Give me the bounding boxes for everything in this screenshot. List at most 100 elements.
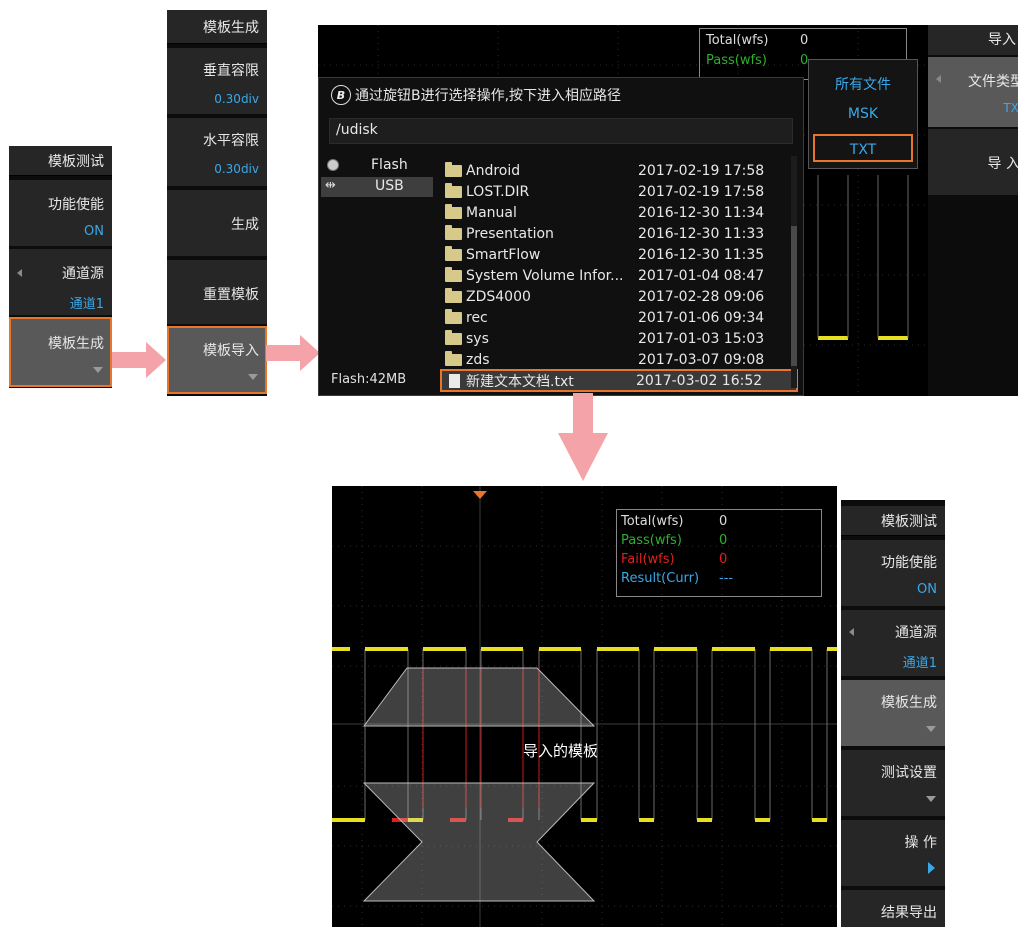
folder-icon bbox=[445, 182, 462, 198]
chevron-left-icon bbox=[17, 269, 22, 277]
softkey-label: 功能使能 bbox=[881, 555, 937, 571]
trigger-position-marker bbox=[473, 491, 487, 499]
fail-label: Fail(wfs) bbox=[621, 552, 675, 567]
softkey-import[interactable]: 导 入 bbox=[928, 129, 1018, 195]
softkey-export-results[interactable]: 结果导出 bbox=[841, 888, 945, 927]
file-list: Android 2017-02-19 17:58 LOST.DIR 2017-02-… bbox=[439, 156, 798, 392]
scrollbar-thumb[interactable] bbox=[791, 226, 797, 366]
softkey-template-generate[interactable]: 模板生成 bbox=[9, 317, 112, 387]
pass-label: Pass(wfs) bbox=[706, 53, 767, 68]
list-item[interactable]: Manual 2016-12-30 11:34 bbox=[439, 202, 789, 223]
file-date: 2017-01-06 09:34 bbox=[638, 309, 765, 326]
softkey-template-generate[interactable]: 模板生成 bbox=[841, 678, 945, 746]
drive-item-usb[interactable]: ⇹ USB bbox=[321, 177, 433, 197]
softkey-label: 生成 bbox=[231, 217, 259, 233]
softkey-label: 通道源 bbox=[62, 266, 104, 282]
file-type-option-all[interactable]: 所有文件 bbox=[809, 74, 917, 94]
list-item[interactable]: SmartFlow 2016-12-30 11:35 bbox=[439, 244, 789, 265]
list-item[interactable]: LOST.DIR 2017-02-19 17:58 bbox=[439, 181, 789, 202]
softkey-value: 通道1 bbox=[69, 297, 104, 312]
file-type-option-txt[interactable]: TXT bbox=[813, 134, 913, 162]
file-name: SmartFlow bbox=[466, 246, 541, 263]
softkey-template-import[interactable]: 模板导入 bbox=[167, 326, 267, 394]
softkey-panel-title: 模板测试 bbox=[9, 146, 112, 176]
softkey-function-enable[interactable]: 功能使能 ON bbox=[9, 178, 112, 246]
softkey-label: 操 作 bbox=[904, 835, 937, 851]
softkey-vertical-tolerance[interactable]: 垂直容限 0.30div bbox=[167, 46, 267, 114]
file-name: System Volume Infor... bbox=[466, 267, 624, 284]
file-type-option-msk[interactable]: MSK bbox=[809, 106, 917, 122]
result-label: Result(Curr) bbox=[621, 571, 700, 586]
folder-icon bbox=[445, 203, 462, 219]
softkey-label: 功能使能 bbox=[48, 197, 104, 213]
play-icon bbox=[928, 862, 935, 874]
softkey-generate[interactable]: 生成 bbox=[167, 188, 267, 256]
result-value: --- bbox=[719, 571, 734, 586]
template-mask-upper bbox=[363, 667, 596, 727]
softkey-panel-import: 导入 文件类型 TXT 导 入 bbox=[928, 25, 1018, 396]
list-item[interactable]: ZDS4000 2017-02-28 09:06 bbox=[439, 286, 789, 307]
file-date: 2017-02-19 17:58 bbox=[638, 183, 765, 200]
file-date: 2016-12-30 11:33 bbox=[638, 225, 765, 242]
softkey-horizontal-tolerance[interactable]: 水平容限 0.30div bbox=[167, 116, 267, 186]
softkey-label: 模板生成 bbox=[881, 695, 937, 711]
list-item[interactable]: zds 2017-03-07 09:08 bbox=[439, 349, 789, 370]
folder-icon bbox=[445, 308, 462, 324]
softkey-label: 结果导出 bbox=[881, 905, 937, 921]
softkey-value: ON bbox=[84, 224, 104, 239]
folder-icon bbox=[445, 329, 462, 345]
folder-icon bbox=[445, 350, 462, 366]
softkey-operate[interactable]: 操 作 bbox=[841, 818, 945, 886]
drive-item-flash[interactable]: Flash bbox=[321, 156, 433, 176]
path-field[interactable]: /udisk bbox=[329, 118, 793, 144]
softkey-label: 重置模板 bbox=[203, 287, 259, 303]
folder-icon bbox=[445, 287, 462, 303]
file-date: 2017-03-02 16:52 bbox=[636, 372, 763, 389]
softkey-channel-source[interactable]: 通道源 通道1 bbox=[9, 247, 112, 315]
softkey-channel-source[interactable]: 通道源 通道1 bbox=[841, 608, 945, 676]
path-text: /udisk bbox=[336, 122, 378, 138]
list-item[interactable]: Android 2017-02-19 17:58 bbox=[439, 160, 789, 181]
flow-arrow-down bbox=[558, 393, 608, 481]
fail-value: 0 bbox=[719, 552, 728, 567]
list-item[interactable]: sys 2017-01-03 15:03 bbox=[439, 328, 789, 349]
storage-info: Flash:42MB bbox=[331, 372, 407, 387]
list-item[interactable]: System Volume Infor... 2017-01-04 08:47 bbox=[439, 265, 789, 286]
folder-icon bbox=[445, 245, 462, 261]
usb-icon: ⇹ bbox=[325, 178, 336, 193]
softkey-reset-template[interactable]: 重置模板 bbox=[167, 258, 267, 324]
softkey-label: 模板生成 bbox=[48, 336, 104, 352]
chevron-down-icon bbox=[926, 796, 936, 802]
chevron-left-icon bbox=[849, 628, 854, 636]
file-name: Presentation bbox=[466, 225, 554, 242]
pass-value: 0 bbox=[719, 533, 728, 548]
file-name: sys bbox=[466, 330, 489, 347]
file-list-scrollbar[interactable] bbox=[791, 156, 797, 388]
folder-icon bbox=[445, 266, 462, 282]
softkey-panel-title: 模板生成 bbox=[167, 10, 267, 44]
list-item-selected[interactable]: 新建文本文档.txt 2017-03-02 16:52 bbox=[440, 369, 798, 392]
file-name: ZDS4000 bbox=[466, 288, 531, 305]
file-date: 2016-12-30 11:34 bbox=[638, 204, 765, 221]
softkey-label: 水平容限 bbox=[203, 133, 259, 149]
softkey-function-enable[interactable]: 功能使能 ON bbox=[841, 538, 945, 606]
file-type-dropdown: 所有文件 MSK TXT bbox=[808, 59, 918, 169]
file-date: 2017-01-04 08:47 bbox=[638, 267, 765, 284]
template-mask-lower bbox=[362, 782, 596, 902]
list-item[interactable]: rec 2017-01-06 09:34 bbox=[439, 307, 789, 328]
chevron-down-icon bbox=[248, 374, 258, 380]
file-name: 新建文本文档.txt bbox=[466, 373, 574, 390]
list-item[interactable]: Presentation 2016-12-30 11:33 bbox=[439, 223, 789, 244]
disk-icon bbox=[327, 159, 339, 171]
softkey-file-type[interactable]: 文件类型 TXT bbox=[928, 57, 1018, 127]
file-browser-dialog: B 通过旋钮B进行选择操作,按下进入相应路径 /udisk Flash ⇹ US… bbox=[318, 77, 804, 396]
drive-list: Flash ⇹ USB bbox=[321, 156, 433, 366]
softkey-label: 通道源 bbox=[895, 625, 937, 641]
softkey-label: 导 入 bbox=[987, 156, 1018, 172]
softkey-test-settings[interactable]: 测试设置 bbox=[841, 748, 945, 816]
file-date: 2017-02-28 09:06 bbox=[638, 288, 765, 305]
file-name: Manual bbox=[466, 204, 517, 221]
total-value: 0 bbox=[719, 514, 728, 529]
dialog-hint-text: 通过旋钮B进行选择操作,按下进入相应路径 bbox=[355, 88, 622, 104]
softkey-panel-title: 导入 bbox=[928, 25, 1018, 55]
